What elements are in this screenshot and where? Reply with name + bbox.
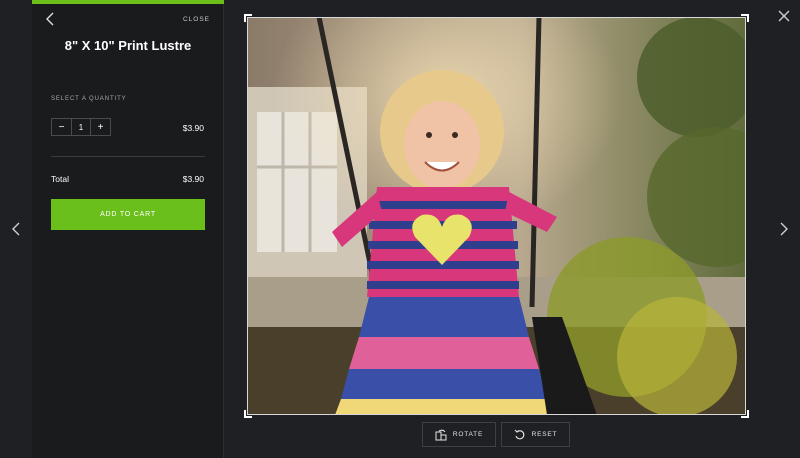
crop-handle-bottom-right[interactable] — [741, 410, 749, 418]
add-to-cart-button[interactable]: ADD TO CART — [51, 199, 205, 230]
close-link[interactable]: CLOSE — [183, 16, 210, 23]
rotate-label: ROTATE — [452, 431, 484, 438]
quantity-label: SELECT A QUANTITY — [51, 96, 127, 102]
back-button[interactable] — [42, 10, 60, 28]
crop-handle-top-left[interactable] — [244, 14, 252, 22]
reset-button[interactable]: RESET — [501, 422, 570, 447]
crop-handle-top-right[interactable] — [741, 14, 749, 22]
chevron-left-icon — [46, 12, 54, 26]
chevron-left-icon — [12, 222, 20, 236]
crop-handle-bottom-left[interactable] — [244, 410, 252, 418]
total-value: $3.90 — [182, 174, 204, 184]
close-button[interactable] — [776, 8, 792, 24]
decrease-quantity-button[interactable]: − — [52, 119, 71, 135]
reset-label: RESET — [531, 431, 558, 438]
quantity-value[interactable]: 1 — [71, 119, 91, 135]
unit-price: $3.90 — [182, 123, 204, 133]
next-photo-button[interactable] — [776, 220, 792, 238]
quantity-stepper: − 1 + — [51, 118, 111, 136]
rotate-button[interactable]: ROTATE — [422, 422, 496, 447]
rotate-icon — [435, 429, 447, 440]
total-label: Total — [51, 174, 69, 184]
increase-quantity-button[interactable]: + — [91, 119, 110, 135]
previous-photo-button[interactable] — [8, 220, 24, 238]
photo-image — [247, 17, 746, 415]
divider — [51, 156, 205, 157]
photo-crop-preview[interactable] — [247, 17, 746, 415]
accent-bar — [32, 0, 224, 4]
product-title: 8" X 10" Print Lustre — [64, 38, 192, 53]
close-icon — [778, 10, 790, 22]
chevron-right-icon — [780, 222, 788, 236]
reset-icon — [514, 429, 525, 439]
print-options-panel: CLOSE 8" X 10" Print Lustre SELECT A QUA… — [32, 0, 224, 458]
